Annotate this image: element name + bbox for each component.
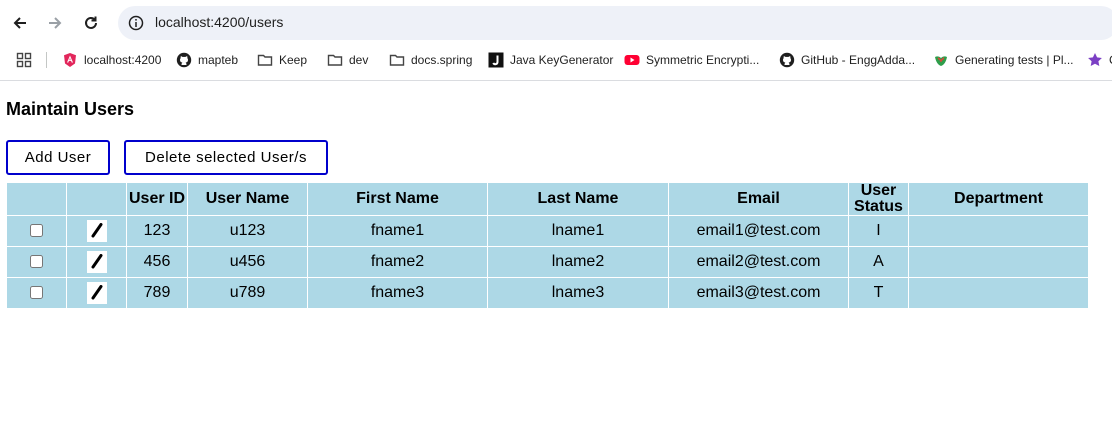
apps-button[interactable] [16, 48, 38, 72]
bookmark-folder[interactable]: Keep [257, 48, 307, 72]
bookmark-item[interactable]: C [1087, 48, 1112, 72]
site-info-icon[interactable] [128, 15, 144, 36]
cell-first-name: fname3 [307, 277, 488, 309]
back-button[interactable] [6, 9, 34, 37]
bookmark-item[interactable]: Generating tests | Pl... [933, 48, 1074, 72]
add-user-button[interactable]: Add User [6, 140, 110, 175]
table-row: 123 u123 fname1 lname1 email1@test.com I [6, 215, 1089, 247]
cell-last-name: lname2 [487, 246, 669, 278]
bookmark-label: Generating tests | Pl... [955, 53, 1074, 67]
edit-cell [66, 246, 127, 278]
j-icon [488, 52, 504, 68]
column-header-user-id: User ID [126, 182, 188, 216]
select-cell [6, 277, 67, 309]
bookmark-label: dev [349, 53, 369, 67]
edit-column-header [66, 182, 127, 216]
row-select-checkbox[interactable] [30, 255, 43, 269]
edit-cell [66, 215, 127, 247]
youtube-icon [624, 52, 640, 68]
row-select-checkbox[interactable] [30, 224, 43, 238]
cell-user-status: I [848, 215, 909, 247]
row-select-checkbox[interactable] [30, 286, 43, 300]
bookmark-item[interactable]: Symmetric Encrypti... [624, 48, 759, 72]
cell-email: email2@test.com [668, 246, 849, 278]
cell-department [908, 277, 1089, 309]
bookmark-folder[interactable]: dev [327, 48, 368, 72]
cell-user-status: A [848, 246, 909, 278]
leaf-icon [933, 52, 949, 68]
cell-first-name: fname2 [307, 246, 488, 278]
cell-first-name: fname1 [307, 215, 488, 247]
github-icon [779, 52, 795, 68]
bookmark-item[interactable]: localhost:4200 [62, 48, 161, 72]
select-column-header [6, 182, 67, 216]
column-header-user-status: User Status [848, 182, 909, 216]
select-cell [6, 246, 67, 278]
cell-user-status: T [848, 277, 909, 309]
address-url: localhost:4200/users [155, 14, 284, 30]
table-row: 456 u456 fname2 lname2 email2@test.com A [6, 246, 1089, 278]
cell-user-name: u456 [187, 246, 308, 278]
column-header-last-name: Last Name [487, 182, 669, 216]
page-title: Maintain Users [6, 99, 135, 119]
cell-user-name: u789 [187, 277, 308, 309]
cell-user-id: 123 [126, 215, 188, 247]
column-header-user-name: User Name [187, 182, 308, 216]
folder-icon [327, 52, 343, 68]
column-header-department: Department [908, 182, 1089, 216]
pencil-icon [91, 223, 102, 238]
bookmark-label: Keep [279, 53, 308, 67]
cell-user-name: u123 [187, 215, 308, 247]
delete-selected-users-button[interactable]: Delete selected User/s [124, 140, 328, 175]
angular-icon [62, 52, 78, 68]
bookmark-label: GitHub - EnggAdda... [801, 53, 916, 67]
column-header-first-name: First Name [307, 182, 488, 216]
reload-button[interactable] [77, 9, 105, 37]
users-table: User ID User Name First Name Last Name E… [6, 182, 1089, 309]
status-header-line: Status [854, 198, 903, 215]
bookmark-item[interactable]: Java KeyGenerator [488, 48, 613, 72]
forward-button[interactable] [41, 9, 69, 37]
bookmarks-separator [46, 52, 47, 68]
cell-department [908, 215, 1089, 247]
bookmark-item[interactable]: mapteb [176, 48, 238, 72]
bookmark-label: mapteb [198, 53, 239, 67]
bookmarks-bar: localhost:4200 mapteb Keep dev docs.spri… [0, 48, 1112, 72]
cell-email: email3@test.com [668, 277, 849, 309]
table-header-row: User ID User Name First Name Last Name E… [6, 182, 1089, 216]
bookmark-folder[interactable]: docs.spring [389, 48, 472, 72]
edit-row-button[interactable] [86, 220, 107, 242]
browser-chrome: localhost:4200/users localhost:4200 mapt… [0, 0, 1112, 81]
github-icon [176, 52, 192, 68]
column-header-email: Email [668, 182, 849, 216]
status-header-line: User [860, 182, 897, 199]
pencil-icon [91, 285, 102, 300]
forward-arrow-icon [49, 17, 62, 29]
reload-icon [85, 16, 97, 29]
bookmark-label: Symmetric Encrypti... [646, 53, 760, 67]
cell-user-id: 456 [126, 246, 188, 278]
folder-icon [389, 52, 405, 68]
bookmark-label: localhost:4200 [84, 53, 162, 67]
folder-icon [257, 52, 273, 68]
bookmark-item[interactable]: GitHub - EnggAdda... [779, 48, 915, 72]
pencil-icon [91, 254, 102, 269]
bookmark-label: Java KeyGenerator [510, 53, 614, 67]
cell-last-name: lname1 [487, 215, 669, 247]
edit-row-button[interactable] [86, 251, 107, 273]
cell-user-id: 789 [126, 277, 188, 309]
select-cell [6, 215, 67, 247]
table-row: 789 u789 fname3 lname3 email3@test.com T [6, 277, 1089, 309]
address-bar[interactable]: localhost:4200/users [118, 6, 1112, 40]
cell-department [908, 246, 1089, 278]
bookmark-label: docs.spring [411, 53, 473, 67]
edit-row-button[interactable] [86, 282, 107, 304]
cell-email: email1@test.com [668, 215, 849, 247]
apps-grid-icon [16, 52, 32, 68]
star-icon [1087, 52, 1103, 68]
back-arrow-icon [13, 17, 26, 29]
cell-last-name: lname3 [487, 277, 669, 309]
edit-cell [66, 277, 127, 309]
